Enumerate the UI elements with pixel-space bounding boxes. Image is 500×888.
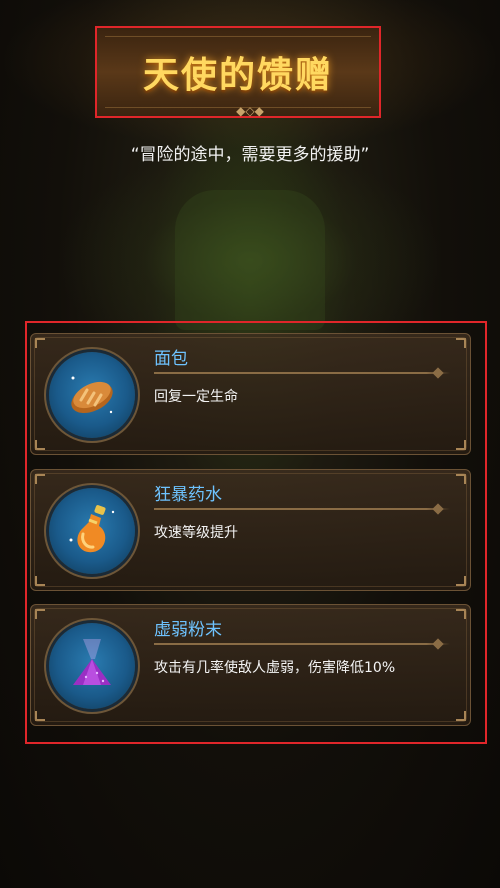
corner-ornament [35,338,45,348]
background-statue-figure [175,190,325,330]
corner-ornament [456,338,466,348]
item-description: 攻速等级提升 [154,525,238,541]
potion-icon [49,488,135,574]
corner-ornament [35,576,45,586]
page-subtitle: “冒险的途中，需要更多的援助” [130,145,370,165]
corner-ornament [456,474,466,484]
corner-ornament [456,576,466,586]
corner-ornament [35,609,45,619]
corner-ornament [35,474,45,484]
divider [154,372,450,374]
corner-ornament [35,440,45,450]
divider [154,643,450,645]
item-name: 面包 [154,349,188,369]
bread-icon [49,352,135,438]
item-description: 回复一定生命 [154,389,238,405]
divider [154,508,450,510]
item-card-rage-potion[interactable]: 狂暴药水 攻速等级提升 [30,469,471,591]
page-title: 天使的馈赠 [142,55,333,96]
item-name: 狂暴药水 [154,485,222,505]
item-card-weakness-powder[interactable]: 虚弱粉末 攻击有几率使敌人虚弱，伤害降低10% [30,604,471,726]
item-card-bread[interactable]: 面包 回复一定生命 [30,333,471,455]
item-name: 虚弱粉末 [154,620,222,640]
corner-ornament [456,609,466,619]
corner-ornament [35,711,45,721]
powder-icon [49,623,135,709]
corner-ornament [456,711,466,721]
item-description: 攻击有几率使敌人虚弱，伤害降低10% [154,660,396,676]
title-ornament-icon: ◆◇◆ [236,104,264,118]
corner-ornament [456,440,466,450]
